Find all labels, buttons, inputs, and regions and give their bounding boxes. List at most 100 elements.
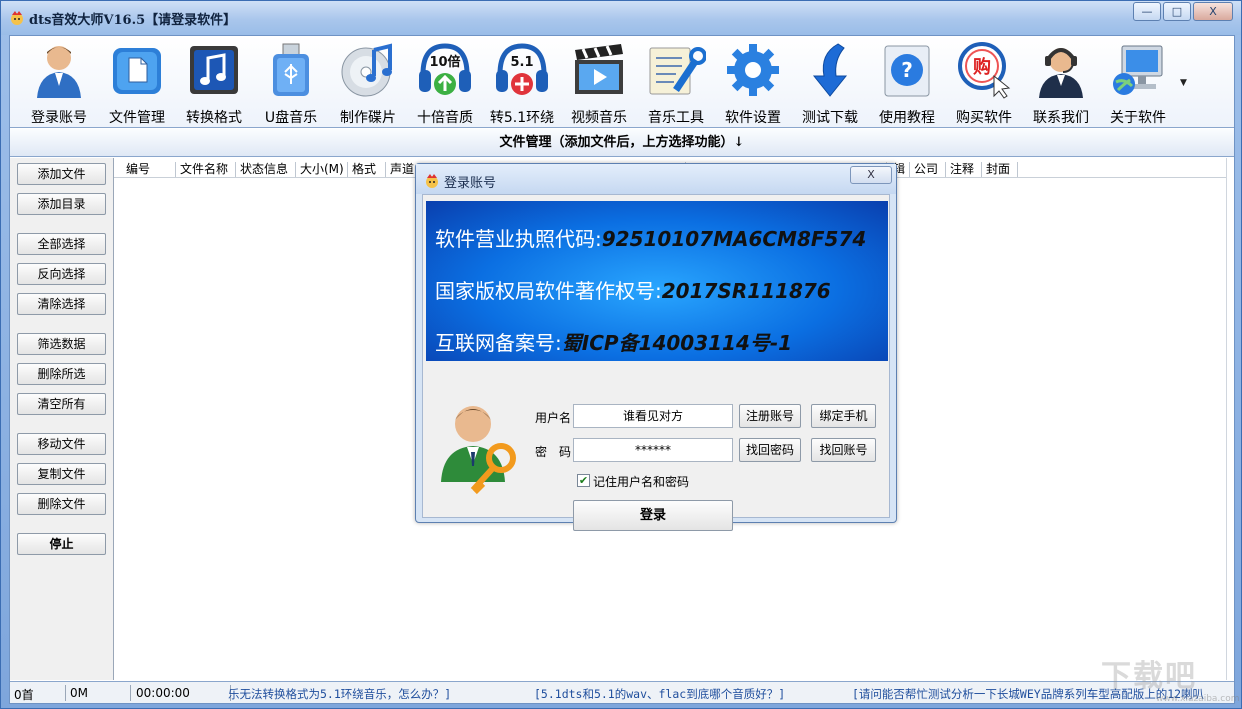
column-header[interactable]: 文件名称 <box>176 162 236 177</box>
toolbar-label: 文件管理 <box>109 110 165 126</box>
gear-icon <box>727 44 779 96</box>
stop-button[interactable]: 停止 <box>17 533 106 555</box>
vertical-scrollbar[interactable] <box>1226 158 1234 680</box>
toolbar-software-settings[interactable]: 软件设置 <box>716 40 790 126</box>
password-input[interactable]: ****** <box>573 438 733 462</box>
dialog-title-bar[interactable]: 登录账号 X <box>416 164 896 194</box>
password-label: 密 码 <box>535 445 572 459</box>
column-header[interactable]: 大小(M) <box>296 162 348 177</box>
toolbar-tutorial[interactable]: ? 使用教程 <box>870 40 944 126</box>
dialog-close-button[interactable]: X <box>850 166 892 184</box>
toolbar-label: 购买软件 <box>956 110 1012 126</box>
badge-text: 5.1 <box>510 55 533 70</box>
download-arrow-icon <box>812 43 848 97</box>
clear-selection-button[interactable]: 清除选择 <box>17 293 106 315</box>
music-note-icon <box>190 46 238 94</box>
remember-checkbox[interactable]: ✔ <box>577 474 590 487</box>
title-bar[interactable]: dts音效大师V16.5【请登录软件】 — □ X <box>1 1 1241 35</box>
column-header[interactable]: 状态信息 <box>236 162 296 177</box>
copy-file-button[interactable]: 复制文件 <box>17 463 106 485</box>
bind-phone-button[interactable]: 绑定手机 <box>811 404 876 428</box>
dialog-body: 软件营业执照代码:92510107MA6CM8F574 国家版权局软件著作权号:… <box>422 194 890 531</box>
computer-icon <box>1113 45 1163 95</box>
app-window: dts音效大师V16.5【请登录软件】 — □ X 登录账号 文件管理 转换格式 <box>0 0 1242 709</box>
watermark: 下载吧 <box>1101 659 1197 694</box>
column-header[interactable]: 公司 <box>910 162 946 177</box>
column-header[interactable]: 格式 <box>348 162 386 177</box>
svg-text:?: ? <box>901 58 913 82</box>
folder-icon <box>113 48 161 94</box>
add-directory-button[interactable]: 添加目录 <box>17 193 106 215</box>
login-button[interactable]: 登录 <box>573 500 733 531</box>
dialog-title: 登录账号 <box>444 176 497 191</box>
toolbar-convert-51-surround[interactable]: 5.1 转5.1环绕 <box>485 40 559 126</box>
toolbar-video-music[interactable]: 视频音乐 <box>562 40 636 126</box>
headphones-51-icon: 5.1 <box>496 43 548 95</box>
banner-line: 软件营业执照代码:92510107MA6CM8F574 <box>435 223 866 252</box>
user-icon <box>37 46 81 98</box>
toolbar-label: 音乐工具 <box>648 110 704 126</box>
close-button[interactable]: X <box>1193 2 1233 21</box>
toolbar-label: 制作碟片 <box>340 110 396 126</box>
column-header[interactable]: 封面 <box>982 162 1018 177</box>
remember-label[interactable]: 记住用户名和密码 <box>593 473 689 490</box>
toolbar-about-software[interactable]: 关于软件 <box>1101 40 1175 126</box>
toolbar-ten-times-quality[interactable]: 10倍 十倍音质 <box>408 40 482 126</box>
banner-value: 蜀ICP备14003114号-1 <box>561 331 793 355</box>
minimize-button[interactable]: — <box>1133 2 1161 21</box>
clear-all-button[interactable]: 清空所有 <box>17 393 106 415</box>
toolbar-label: 十倍音质 <box>417 110 473 126</box>
badge-text: 10倍 <box>429 54 460 70</box>
find-account-button[interactable]: 找回账号 <box>811 438 876 462</box>
banner-label: 软件营业执照代码: <box>435 227 602 251</box>
toolbar-more-chevron-down-icon[interactable]: ▼ <box>1180 78 1187 88</box>
register-account-button[interactable]: 注册账号 <box>739 404 801 428</box>
sidebar: 添加文件 添加目录 全部选择 反向选择 清除选择 筛选数据 删除所选 清空所有 … <box>10 158 114 680</box>
main-toolbar: 登录账号 文件管理 转换格式 U盘音乐 制作碟片 10倍 十倍音质 5.1 转5… <box>10 36 1234 128</box>
watermark-url: www.xiazaiba.com <box>1156 694 1240 704</box>
status-bar: 0首 0M 00:00:00 乐无法转换格式为5.1环绕音乐，怎么办？] [5.… <box>10 681 1234 703</box>
toolbar-label: 测试下载 <box>802 110 858 126</box>
invert-selection-button[interactable]: 反向选择 <box>17 263 106 285</box>
toolbar-label: 登录账号 <box>31 110 87 126</box>
find-password-button[interactable]: 找回密码 <box>739 438 801 462</box>
news-link[interactable]: [5.1dts和5.1的wav、flac到底哪个音质好？] <box>534 686 785 702</box>
toolbar-file-manage[interactable]: 文件管理 <box>100 40 174 126</box>
divider <box>65 685 66 701</box>
delete-file-button[interactable]: 删除文件 <box>17 493 106 515</box>
window-title: dts音效大师V16.5【请登录软件】 <box>29 13 237 28</box>
move-file-button[interactable]: 移动文件 <box>17 433 106 455</box>
toolbar-make-disc[interactable]: 制作碟片 <box>331 40 405 126</box>
cd-icon <box>341 43 392 97</box>
toolbar-label: 使用教程 <box>879 110 935 126</box>
toolbar-buy-software[interactable]: 购 购买软件 <box>947 40 1021 126</box>
tools-icon <box>649 47 707 95</box>
banner-line: 国家版权局软件著作权号:2017SR111876 <box>435 275 831 304</box>
add-file-button[interactable]: 添加文件 <box>17 163 106 185</box>
delete-selected-button[interactable]: 删除所选 <box>17 363 106 385</box>
column-header[interactable]: 编号 <box>114 162 176 177</box>
toolbar-contact-us[interactable]: 联系我们 <box>1024 40 1098 126</box>
clapper-icon <box>575 44 623 94</box>
maximize-button[interactable]: □ <box>1163 2 1191 21</box>
toolbar-login-account[interactable]: 登录账号 <box>22 40 96 126</box>
usb-icon <box>273 43 309 96</box>
toolbar-label: U盘音乐 <box>264 110 318 126</box>
column-header[interactable]: 注释 <box>946 162 982 177</box>
toolbar-music-tools[interactable]: 音乐工具 <box>639 40 713 126</box>
banner-label: 国家版权局软件著作权号: <box>435 279 662 303</box>
news-link[interactable]: 乐无法转换格式为5.1环绕音乐，怎么办？] <box>228 686 451 702</box>
help-icon: ? <box>884 45 930 97</box>
buy-icon: 购 <box>958 42 1011 99</box>
total-size: 0M <box>70 686 88 700</box>
toolbar-convert-format[interactable]: 转换格式 <box>177 40 251 126</box>
toolbar-label: 转换格式 <box>186 110 242 126</box>
username-input[interactable]: 谁看见对方 <box>573 404 733 428</box>
toolbar-usb-music[interactable]: U盘音乐 <box>254 40 328 126</box>
select-all-button[interactable]: 全部选择 <box>17 233 106 255</box>
toolbar-test-download[interactable]: 测试下载 <box>793 40 867 126</box>
banner-line: 互联网备案号:蜀ICP备14003114号-1 <box>435 327 792 356</box>
filter-data-button[interactable]: 筛选数据 <box>17 333 106 355</box>
license-banner: 软件营业执照代码:92510107MA6CM8F574 国家版权局软件著作权号:… <box>426 201 888 361</box>
app-logo-icon <box>11 11 23 25</box>
